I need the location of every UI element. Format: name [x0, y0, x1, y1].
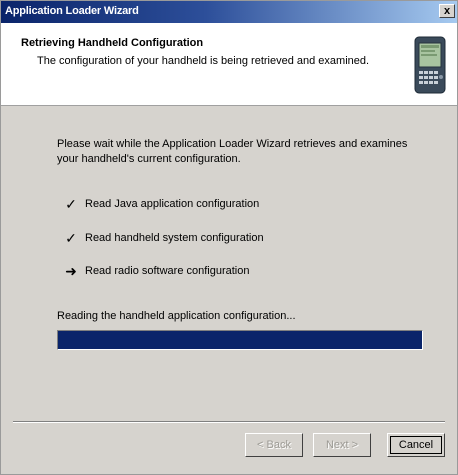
- progress-fill: [58, 331, 422, 349]
- task-label: Read Java application configuration: [85, 198, 260, 210]
- arrow-icon: ➜: [65, 262, 77, 279]
- progress-bar: [57, 330, 423, 350]
- task-label: Read radio software configuration: [85, 265, 250, 277]
- next-button[interactable]: Next >: [313, 433, 371, 457]
- cancel-button[interactable]: Cancel: [387, 433, 445, 457]
- title-bar: Application Loader Wizard x: [1, 1, 457, 23]
- task-item: ➜ Read radio software configuration: [61, 262, 249, 280]
- status-text: Reading the handheld application configu…: [57, 310, 296, 322]
- window-title: Application Loader Wizard: [5, 5, 139, 17]
- task-item: ✓ Read Java application configuration: [61, 195, 259, 213]
- close-button[interactable]: x: [439, 4, 455, 18]
- header-subtitle: The configuration of your handheld is be…: [37, 55, 370, 67]
- handheld-device-icon: [414, 36, 446, 94]
- header-title: Retrieving Handheld Configuration: [21, 37, 204, 49]
- checkmark-icon: ✓: [65, 195, 77, 212]
- wizard-content: Please wait while the Application Loader…: [1, 105, 457, 405]
- checkmark-icon: ✓: [65, 229, 77, 246]
- divider: [13, 421, 445, 423]
- task-label: Read handheld system configuration: [85, 232, 264, 244]
- wizard-header: Retrieving Handheld Configuration The co…: [1, 23, 457, 106]
- intro-text: Please wait while the Application Loader…: [57, 138, 408, 165]
- task-item: ✓ Read handheld system configuration: [61, 229, 264, 247]
- wizard-window: Application Loader Wizard x Retrieving H…: [0, 0, 458, 475]
- back-button[interactable]: < Back: [245, 433, 303, 457]
